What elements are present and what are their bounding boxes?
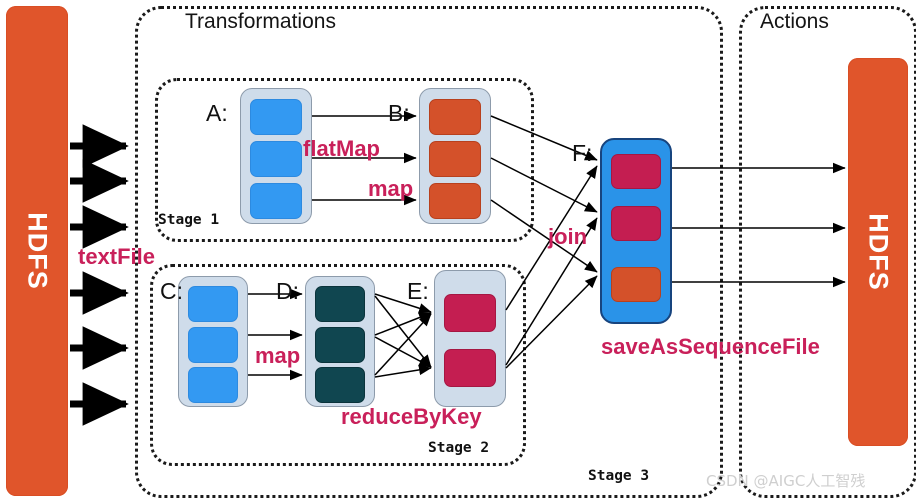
op-join-label: join — [548, 224, 588, 249]
stage1-label: Stage 1 — [158, 212, 220, 228]
op-textfile-label: textFile — [78, 244, 156, 269]
op-reducebykey-label: reduceByKey — [341, 404, 482, 429]
diagram-canvas: HDFS HDFS Transformations Stage 3 Action… — [0, 0, 916, 502]
rdd-f-label: F: — [572, 140, 593, 166]
rdd-a-label: A: — [206, 100, 228, 126]
rdd-b-label: B: — [388, 100, 410, 126]
op-map-bottom-label: map — [255, 343, 301, 368]
stage2-label: Stage 2 — [428, 440, 490, 456]
watermark-text: CSDN @AIGC人工智残 — [706, 472, 866, 490]
op-map-top-label: map — [368, 176, 414, 201]
rdd-e-label: E: — [407, 278, 429, 304]
rdd-c-label: C: — [160, 278, 183, 304]
op-saveassequencefile-label: saveAsSequenceFile — [601, 334, 820, 359]
op-flatmap-label: flatMap — [303, 136, 380, 161]
rdd-d-label: D: — [276, 278, 299, 304]
stage3-label: Stage 3 — [588, 468, 650, 484]
